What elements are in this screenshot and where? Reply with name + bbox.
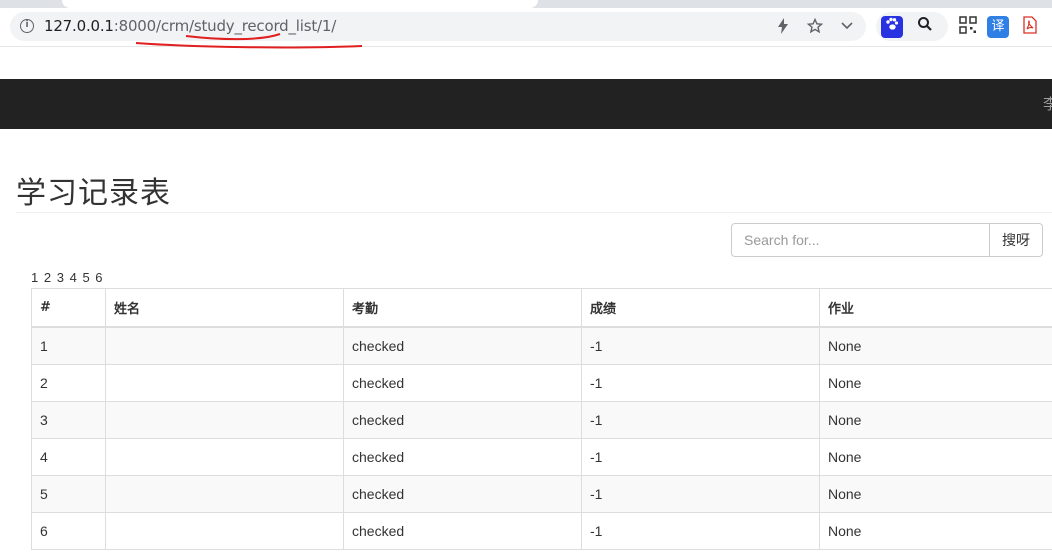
lightning-icon[interactable] — [774, 18, 792, 36]
cell-name — [105, 364, 344, 402]
cell-score: -1 — [581, 512, 820, 550]
pdf-icon[interactable] — [1019, 16, 1041, 38]
paw-icon[interactable] — [881, 16, 903, 38]
cell-name — [105, 401, 344, 439]
column-header-name: 姓名 — [105, 288, 344, 328]
column-header-score: 成绩 — [581, 288, 820, 328]
page-link-3[interactable]: 3 — [57, 270, 64, 285]
tab-strip — [0, 0, 1052, 8]
cell-homework: None — [819, 326, 1052, 365]
pagination: 1 2 3 4 5 6 — [31, 270, 105, 285]
table-row: 2 checked -1 None — [31, 364, 1052, 402]
extension-pill — [876, 12, 948, 41]
page-link-5[interactable]: 5 — [82, 270, 89, 285]
cell-score: -1 — [581, 326, 820, 365]
nav-user-name[interactable]: 李 — [1043, 93, 1052, 114]
url-host: 127.0.0.1 — [44, 17, 114, 35]
cell-score: -1 — [581, 475, 820, 513]
cell-name — [105, 326, 344, 365]
cell-homework: None — [819, 512, 1052, 550]
cell-index: 4 — [31, 438, 106, 476]
column-header-homework: 作业 — [819, 288, 1052, 328]
table-row: 4 checked -1 None — [31, 438, 1052, 476]
cell-name — [105, 512, 344, 550]
info-icon[interactable]: i — [20, 19, 34, 33]
search-input[interactable] — [731, 223, 990, 257]
table-header-row: # 姓名 考勤 成绩 作业 — [31, 288, 1052, 328]
cell-attendance: checked — [343, 475, 582, 513]
top-navbar: 李 — [0, 79, 1052, 129]
search-form: 搜呀 — [731, 223, 1043, 257]
cell-name — [105, 475, 344, 513]
title-divider — [16, 212, 1052, 213]
cell-score: -1 — [581, 438, 820, 476]
cell-score: -1 — [581, 364, 820, 402]
address-bar[interactable]: i 127.0.0.1:8000/crm/study_record_list/1… — [10, 12, 866, 41]
cell-index: 3 — [31, 401, 106, 439]
cell-attendance: checked — [343, 512, 582, 550]
cell-homework: None — [819, 401, 1052, 439]
cell-name — [105, 438, 344, 476]
study-record-table: # 姓名 考勤 成绩 作业 1 checked -1 None 2 checke… — [31, 288, 1052, 550]
column-header-attendance: 考勤 — [343, 288, 582, 328]
page-link-6[interactable]: 6 — [95, 270, 102, 285]
cell-score: -1 — [581, 401, 820, 439]
page-link-1[interactable]: 1 — [31, 270, 38, 285]
cell-index: 2 — [31, 364, 106, 402]
url-text[interactable]: 127.0.0.1:8000/crm/study_record_list/1/ — [44, 17, 336, 35]
page-link-4[interactable]: 4 — [70, 270, 77, 285]
table-row: 6 checked -1 None — [31, 512, 1052, 550]
chevron-down-icon[interactable] — [838, 18, 856, 36]
cell-attendance: checked — [343, 364, 582, 402]
page-title: 学习记录表 — [16, 176, 171, 211]
cell-attendance: checked — [343, 401, 582, 439]
page-link-2[interactable]: 2 — [44, 270, 51, 285]
star-icon[interactable] — [806, 17, 824, 36]
table-row: 3 checked -1 None — [31, 401, 1052, 439]
browser-toolbar: i 127.0.0.1:8000/crm/study_record_list/1… — [0, 8, 1052, 47]
table-row: 1 checked -1 None — [31, 326, 1052, 365]
table-row: 5 checked -1 None — [31, 475, 1052, 513]
cell-index: 6 — [31, 512, 106, 550]
url-path: :8000/crm/study_record_list/1/ — [113, 17, 337, 35]
active-tab[interactable] — [62, 0, 538, 8]
qr-icon[interactable] — [957, 16, 979, 38]
cell-attendance: checked — [343, 326, 582, 365]
translate-icon[interactable]: 译 — [987, 16, 1009, 38]
cell-homework: None — [819, 438, 1052, 476]
cell-homework: None — [819, 364, 1052, 402]
cell-index: 1 — [31, 326, 106, 365]
search-button[interactable]: 搜呀 — [989, 223, 1043, 257]
column-header-index: # — [31, 288, 106, 328]
cell-attendance: checked — [343, 438, 582, 476]
search-icon[interactable] — [914, 16, 936, 38]
cell-homework: None — [819, 475, 1052, 513]
cell-index: 5 — [31, 475, 106, 513]
